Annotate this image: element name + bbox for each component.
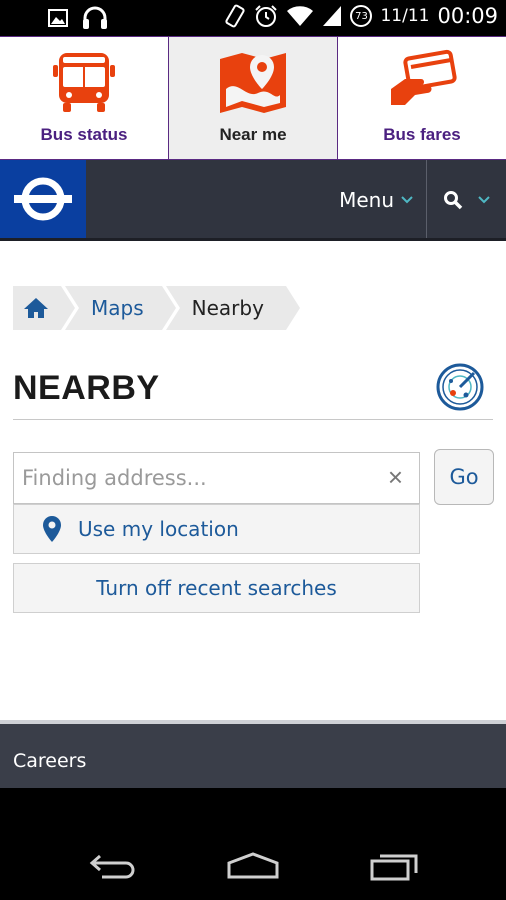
home-outline-icon <box>227 852 279 879</box>
breadcrumb-home[interactable] <box>13 286 79 330</box>
back-button[interactable] <box>84 848 140 884</box>
menu-label: Menu <box>339 188 394 212</box>
footer: Careers <box>0 724 506 788</box>
status-date: 11/11 <box>380 6 430 26</box>
tile-near-me[interactable]: Near me <box>169 36 338 159</box>
breadcrumb-maps[interactable]: Maps <box>65 286 180 330</box>
location-pin-icon <box>43 516 61 542</box>
title-divider <box>13 419 493 420</box>
page-title: NEARBY <box>13 369 160 407</box>
wifi-icon <box>287 6 314 26</box>
signal-icon <box>323 6 342 26</box>
back-icon <box>89 854 135 879</box>
battery-icon: 73 <box>350 5 373 27</box>
home-icon <box>24 298 48 318</box>
quick-links: Bus status Near me Bus fares <box>0 36 506 160</box>
map-pin-icon <box>220 53 286 113</box>
search-input[interactable] <box>14 453 374 503</box>
roundel-icon <box>14 177 72 221</box>
menu-button[interactable]: Menu <box>339 160 424 240</box>
radar-icon <box>436 363 484 411</box>
go-button[interactable]: Go <box>434 449 494 505</box>
system-nav-bar <box>0 788 506 900</box>
clear-icon[interactable]: × <box>388 463 403 491</box>
status-bar: 73 11/11 00:09 <box>0 0 506 36</box>
nav-bar: Menu <box>0 160 506 240</box>
use-location-label: Use my location <box>78 517 239 541</box>
search-icon <box>443 191 462 210</box>
home-button[interactable] <box>225 848 281 884</box>
breadcrumb: Maps Nearby <box>13 286 305 330</box>
recent-searches-label: Turn off recent searches <box>96 576 337 600</box>
alarm-icon <box>255 5 278 27</box>
recent-apps-button[interactable] <box>366 848 422 884</box>
address-search-field: × <box>13 452 420 504</box>
tile-bus-fares[interactable]: Bus fares <box>338 36 506 159</box>
tile-label: Near me <box>219 125 287 144</box>
turn-off-recent-searches-button[interactable]: Turn off recent searches <box>13 563 420 613</box>
chevron-down-icon <box>477 196 490 204</box>
headphones-icon <box>83 6 107 29</box>
tile-label: Bus status <box>40 125 128 144</box>
main-content: Maps Nearby NEARBY × Go Use my location … <box>0 241 506 720</box>
bus-icon <box>53 53 115 112</box>
chevron-down-icon <box>401 196 413 204</box>
search-toggle-button[interactable] <box>427 160 506 240</box>
recent-apps-icon <box>370 854 418 881</box>
use-my-location-button[interactable]: Use my location <box>13 504 420 554</box>
image-icon <box>48 9 68 27</box>
careers-link[interactable]: Careers <box>13 750 86 772</box>
roundel-logo[interactable] <box>0 160 86 238</box>
breadcrumb-nearby: Nearby <box>165 286 305 330</box>
tile-bus-status[interactable]: Bus status <box>0 36 169 159</box>
vibrate-icon <box>225 4 246 28</box>
status-time: 00:09 <box>437 4 498 28</box>
card-payment-icon <box>391 49 457 105</box>
tile-label: Bus fares <box>383 125 461 144</box>
